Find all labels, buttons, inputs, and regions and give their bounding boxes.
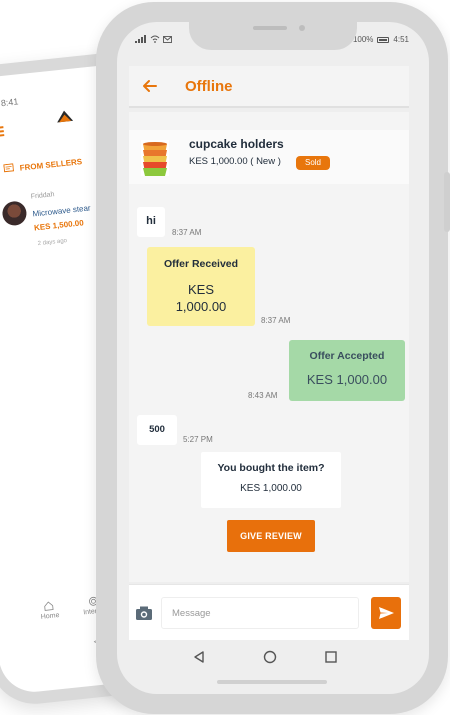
nav-home[interactable]: Home: [39, 600, 60, 621]
listing-age: 2 days ago: [37, 238, 68, 248]
offer-accepted-title: Offer Accepted: [309, 350, 385, 362]
hamburger-menu-icon[interactable]: [0, 126, 5, 138]
listing-price: KES 1,500.00: [33, 218, 85, 233]
app-logo-icon: [57, 110, 74, 123]
android-nav-bar: [129, 642, 409, 672]
chat-area: cupcake holders KES 1,000.00 ( New ) Sol…: [129, 112, 409, 582]
offer-currency: KES: [187, 282, 214, 297]
back-arrow-icon[interactable]: [141, 77, 159, 95]
offer-received-card: Offer Received KES 1,000.00: [147, 247, 255, 326]
offer-accepted-card: Offer Accepted KES 1,000.00: [289, 340, 405, 401]
battery-percent: 100%: [352, 35, 374, 44]
offer-accepted-amount: KES 1,000.00: [306, 372, 388, 387]
status-time: 4:51: [393, 35, 409, 44]
message-input[interactable]: [161, 597, 359, 629]
nav-recent-apps-icon[interactable]: [324, 650, 338, 664]
side-button: [444, 172, 450, 232]
offer-amount: 1,000.00: [175, 299, 227, 314]
product-card[interactable]: cupcake holders KES 1,000.00 ( New ) Sol…: [129, 130, 409, 184]
avatar: [1, 200, 28, 227]
speaker: [253, 26, 287, 30]
stage: 8:41 FROM SELLERS Friddah Microwave stea…: [0, 0, 450, 715]
nav-home-label: Home: [40, 611, 60, 621]
product-name: cupcake holders: [189, 137, 284, 151]
app-header: Offline: [129, 66, 409, 108]
message-time: 8:37 AM: [172, 228, 202, 237]
message-time: 5:27 PM: [183, 435, 213, 444]
purchase-question: You bought the item?: [217, 462, 325, 474]
front-phone: 100% 4:51 Offline cupcake holders KES 1,…: [96, 2, 450, 714]
message-time: 8:37 AM: [261, 316, 291, 325]
nav-home-icon[interactable]: [263, 650, 277, 664]
send-button[interactable]: [371, 597, 401, 629]
status-icons-right: 100% 4:51: [353, 35, 409, 44]
message-received: hi: [137, 207, 165, 237]
phone-screen: 100% 4:51 Offline cupcake holders KES 1,…: [117, 22, 429, 694]
offer-received-title: Offer Received: [163, 258, 239, 270]
from-sellers-tab[interactable]: FROM SELLERS: [3, 156, 83, 174]
notch: [189, 22, 357, 50]
front-camera: [299, 25, 305, 31]
nav-back-icon[interactable]: [192, 650, 206, 664]
product-price: KES 1,000.00 ( New ): [189, 156, 281, 167]
purchase-confirmation-card: You bought the item? KES 1,000.00: [201, 452, 341, 508]
give-review-button[interactable]: GIVE REVIEW: [227, 520, 315, 552]
message-time: 8:43 AM: [248, 391, 278, 400]
signal-icon: [135, 35, 146, 43]
battery-icon: [377, 36, 390, 43]
product-thumbnail: [141, 140, 169, 176]
back-phone-time: 8:41: [0, 96, 19, 109]
from-sellers-label: FROM SELLERS: [19, 156, 83, 173]
page-title: Offline: [185, 78, 233, 95]
wifi-icon: [150, 35, 160, 43]
chat-icon: [3, 163, 15, 173]
home-icon: [44, 601, 54, 611]
camera-icon[interactable]: [135, 605, 153, 621]
status-icons-left: [135, 35, 172, 43]
purchase-amount: KES 1,000.00: [240, 483, 302, 494]
message-received: 500: [137, 415, 177, 445]
message-composer: [129, 584, 409, 640]
home-indicator: [217, 680, 327, 684]
send-icon: [379, 607, 394, 619]
seller-name: Friddah: [30, 191, 55, 201]
listing-title: Microwave stear: [32, 203, 92, 219]
message-notification-icon: [163, 35, 172, 43]
status-badge: Sold: [296, 156, 330, 170]
